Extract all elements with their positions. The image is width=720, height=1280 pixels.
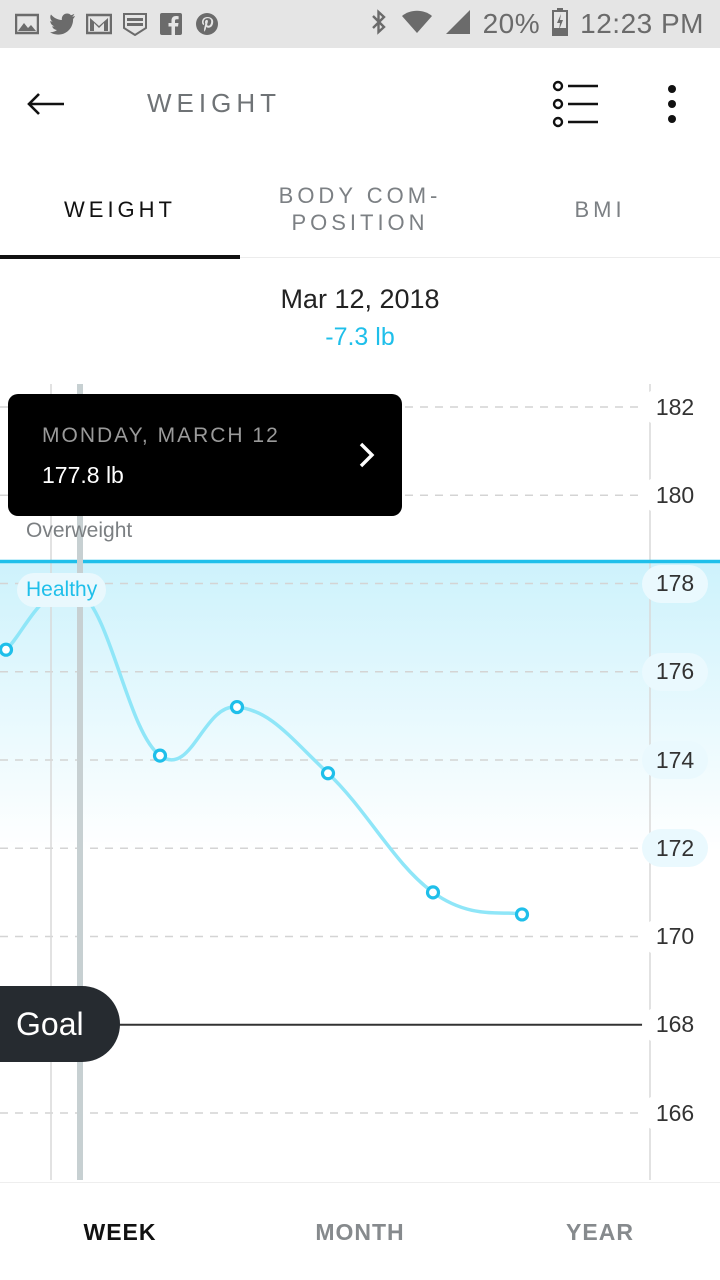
period-selector: WEEK MONTH YEAR (0, 1182, 720, 1280)
tab-bmi-label: BMI (574, 196, 626, 222)
app-bar: WEIGHT (0, 48, 720, 160)
chevron-right-icon (352, 436, 382, 474)
back-button[interactable] (22, 82, 70, 126)
twitter-icon (50, 12, 76, 36)
tab-bmi[interactable]: BMI (480, 160, 720, 258)
metric-tabs: WEIGHT BODY COM- POSITION BMI (0, 160, 720, 259)
data-point (152, 748, 168, 763)
day-detail-tooltip[interactable]: MONDAY, MARCH 12 177.8 lb (8, 394, 402, 516)
battery-icon (552, 7, 569, 41)
selected-date: Mar 12, 2018 (280, 284, 440, 314)
clock: 12:23 PM (580, 8, 704, 39)
tab-body-composition[interactable]: BODY COM- POSITION (240, 160, 480, 258)
period-month-label: MONTH (315, 1218, 405, 1245)
status-bar: 20% 12:23 PM (0, 0, 720, 48)
wifi-icon (401, 9, 433, 40)
bluetooth-icon (369, 8, 389, 41)
tab-indicator (0, 255, 240, 259)
notification-icons (14, 8, 220, 40)
data-point (320, 766, 336, 781)
healthy-zone-label: Healthy (17, 573, 107, 607)
period-year-label: YEAR (566, 1218, 634, 1245)
period-week-label: WEEK (83, 1218, 157, 1245)
period-year[interactable]: YEAR (480, 1183, 720, 1280)
weight-change: -7.3 lb (325, 323, 395, 351)
facebook-icon (158, 12, 184, 36)
y-tick-label: 170 (642, 917, 708, 956)
list-view-button[interactable] (548, 78, 604, 130)
goal-marker: Goal (0, 986, 120, 1062)
tab-weight[interactable]: WEIGHT (0, 160, 240, 258)
data-point (229, 699, 245, 715)
period-month[interactable]: MONTH (240, 1183, 480, 1280)
goal-label: Goal (16, 1005, 84, 1042)
y-tick-label: 180 (642, 476, 708, 515)
y-tick-label: 172 (642, 829, 708, 868)
battery-percent: 20% (482, 8, 541, 39)
tab-weight-label: WEIGHT (64, 196, 176, 222)
tooltip-weight: 177.8 lb (42, 462, 124, 488)
y-tick-label: 174 (642, 741, 708, 779)
more-options-button[interactable] (650, 78, 694, 130)
gmail-icon (86, 12, 112, 36)
image-icon (14, 12, 40, 36)
y-tick-label: 176 (642, 652, 708, 691)
pinterest-icon (194, 12, 220, 36)
data-point (0, 642, 14, 657)
tooltip-day: MONDAY, MARCH 12 (42, 424, 280, 447)
tab-body-composition-label: BODY COM- POSITION (278, 183, 442, 235)
list-icon (552, 80, 598, 128)
y-tick-label: 166 (642, 1094, 708, 1132)
arrow-left-icon (27, 93, 64, 115)
crossfit-games-icon (122, 12, 148, 36)
y-tick-label: 168 (642, 1005, 708, 1044)
period-week[interactable]: WEEK (0, 1183, 240, 1280)
cell-signal-icon (445, 9, 471, 40)
overweight-zone-label: Overweight (26, 519, 133, 542)
page-title: WEIGHT (147, 88, 281, 118)
data-point (425, 885, 441, 900)
system-status: 20% 12:23 PM (369, 6, 704, 42)
y-tick-label: 178 (642, 564, 708, 603)
data-point (514, 907, 530, 922)
y-tick-label: 182 (642, 388, 708, 426)
more-vert-icon (668, 85, 676, 123)
